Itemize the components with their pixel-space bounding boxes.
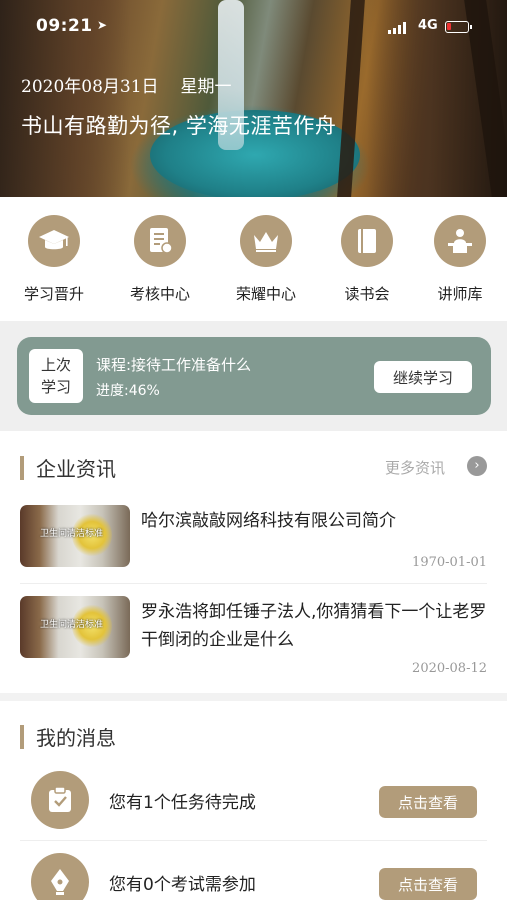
message-item: 您有0个考试需参加 点击查看 [0, 853, 507, 900]
news-date: 2020-08-12 [412, 661, 487, 676]
section-divider [0, 693, 507, 701]
nav-label: 讲师库 [437, 285, 483, 303]
news-thumbnail: 卫生间清洁标准 [20, 505, 130, 567]
task-check-icon [31, 771, 89, 829]
tag-line: 上次 [40, 356, 71, 374]
continue-learning-button[interactable]: 继续学习 [374, 361, 472, 393]
section-title: 企业资讯 [36, 457, 116, 481]
nav-honor-center[interactable]: 荣耀中心 [226, 215, 306, 304]
quick-nav: 学习晋升 考核中心 荣耀中心 读书会 讲师库 [0, 197, 507, 321]
news-thumbnail: 卫生间清洁标准 [20, 596, 130, 658]
network-type: 4G [418, 18, 438, 33]
nav-label: 学习晋升 [23, 285, 84, 303]
status-time: 09:21 [36, 16, 93, 36]
course-progress: 进度:46% [96, 383, 160, 399]
news-headline: 哈尔滨敲敲网络科技有限公司简介 [141, 511, 396, 531]
nav-assessment-center[interactable]: 考核中心 [120, 215, 200, 304]
more-news-link[interactable]: 更多资讯 [385, 457, 445, 478]
thumbnail-caption: 卫生间清洁标准 [40, 620, 104, 630]
status-bar: 09:21 ➤ 4G [0, 14, 507, 42]
battery-icon [445, 21, 472, 33]
nav-label: 读书会 [344, 285, 390, 303]
hero-banner: 09:21 ➤ 4G 2020年08月31日 星期一 书山有路勤为径, 学海无涯苦… [0, 0, 507, 197]
nav-study-promotion[interactable]: 学习晋升 [14, 215, 94, 304]
divider [20, 583, 487, 584]
messages-header: 我的消息 [0, 717, 507, 757]
location-arrow-icon: ➤ [97, 18, 108, 32]
section-accent-bar [20, 456, 24, 480]
news-headline: 罗永浩将卸任锤子法人,你猜猜看下一个让老罗干倒闭的企业是什么 [141, 602, 487, 650]
last-study-tag: 上次 学习 [29, 349, 83, 403]
exam-paper-icon [134, 215, 186, 267]
news-item[interactable]: 卫生间清洁标准 哈尔滨敲敲网络科技有限公司简介 1970-01-01 [20, 505, 487, 575]
continue-card: 上次 学习 课程:接待工作准备什么 进度:46% 继续学习 [17, 337, 491, 415]
course-name: 课程:接待工作准备什么 [96, 356, 252, 374]
message-item: 您有1个任务待完成 点击查看 [0, 771, 507, 841]
nav-label: 荣耀中心 [235, 285, 296, 303]
message-text: 您有1个任务待完成 [109, 793, 256, 813]
section-accent-bar [20, 725, 24, 749]
chevron-right-icon[interactable]: › [467, 456, 487, 476]
lecturer-icon [434, 215, 486, 267]
graduation-cap-icon [28, 215, 80, 267]
divider [20, 840, 487, 841]
view-exam-button[interactable]: 点击查看 [379, 868, 477, 900]
news-date: 1970-01-01 [412, 555, 487, 570]
pen-nib-icon [31, 853, 89, 900]
section-title: 我的消息 [36, 726, 116, 750]
book-icon [341, 215, 393, 267]
weekday-text: 星期一 [180, 77, 232, 97]
date-text: 2020年08月31日 [21, 77, 159, 97]
thumbnail-caption: 卫生间清洁标准 [40, 529, 104, 539]
hero-motto: 书山有路勤为径, 学海无涯苦作舟 [21, 114, 337, 138]
nav-lecturer-library[interactable]: 讲师库 [420, 215, 500, 304]
news-header: 企业资讯 更多资讯 › [0, 448, 507, 488]
tag-line: 学习 [40, 378, 71, 396]
nav-label: 考核中心 [129, 285, 190, 303]
view-task-button[interactable]: 点击查看 [379, 786, 477, 818]
hero-date: 2020年08月31日 星期一 [21, 72, 232, 97]
news-item[interactable]: 卫生间清洁标准 罗永浩将卸任锤子法人,你猜猜看下一个让老罗干倒闭的企业是什么 2… [20, 596, 487, 681]
crown-icon [240, 215, 292, 267]
message-text: 您有0个考试需参加 [109, 875, 256, 895]
nav-book-club[interactable]: 读书会 [327, 215, 407, 304]
signal-icon [388, 22, 406, 34]
